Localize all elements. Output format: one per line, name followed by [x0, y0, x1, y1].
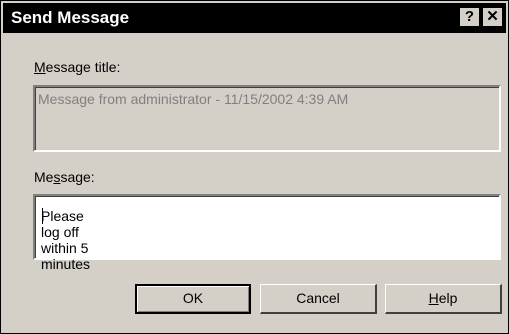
message-title-value: Message from administrator - 11/15/2002 … — [38, 91, 349, 107]
message-label: Message: — [34, 169, 95, 185]
send-message-dialog: Send Message ? ✕ Message title: Message … — [0, 0, 509, 334]
close-icon[interactable]: ✕ — [482, 7, 503, 27]
message-title-field[interactable]: Message from administrator - 11/15/2002 … — [33, 85, 501, 152]
message-textarea[interactable]: Please log off within 5 minutes — [33, 194, 501, 272]
help-question-icon[interactable]: ? — [459, 7, 480, 27]
text-caret — [42, 208, 43, 224]
title-bar[interactable]: Send Message ? ✕ — [3, 3, 506, 33]
cancel-button[interactable]: Cancel — [260, 284, 377, 314]
message-title-label: Message title: — [34, 59, 121, 75]
ok-button[interactable]: OK — [135, 284, 251, 314]
dialog-title: Send Message — [11, 8, 130, 27]
help-button[interactable]: Help — [385, 284, 502, 314]
